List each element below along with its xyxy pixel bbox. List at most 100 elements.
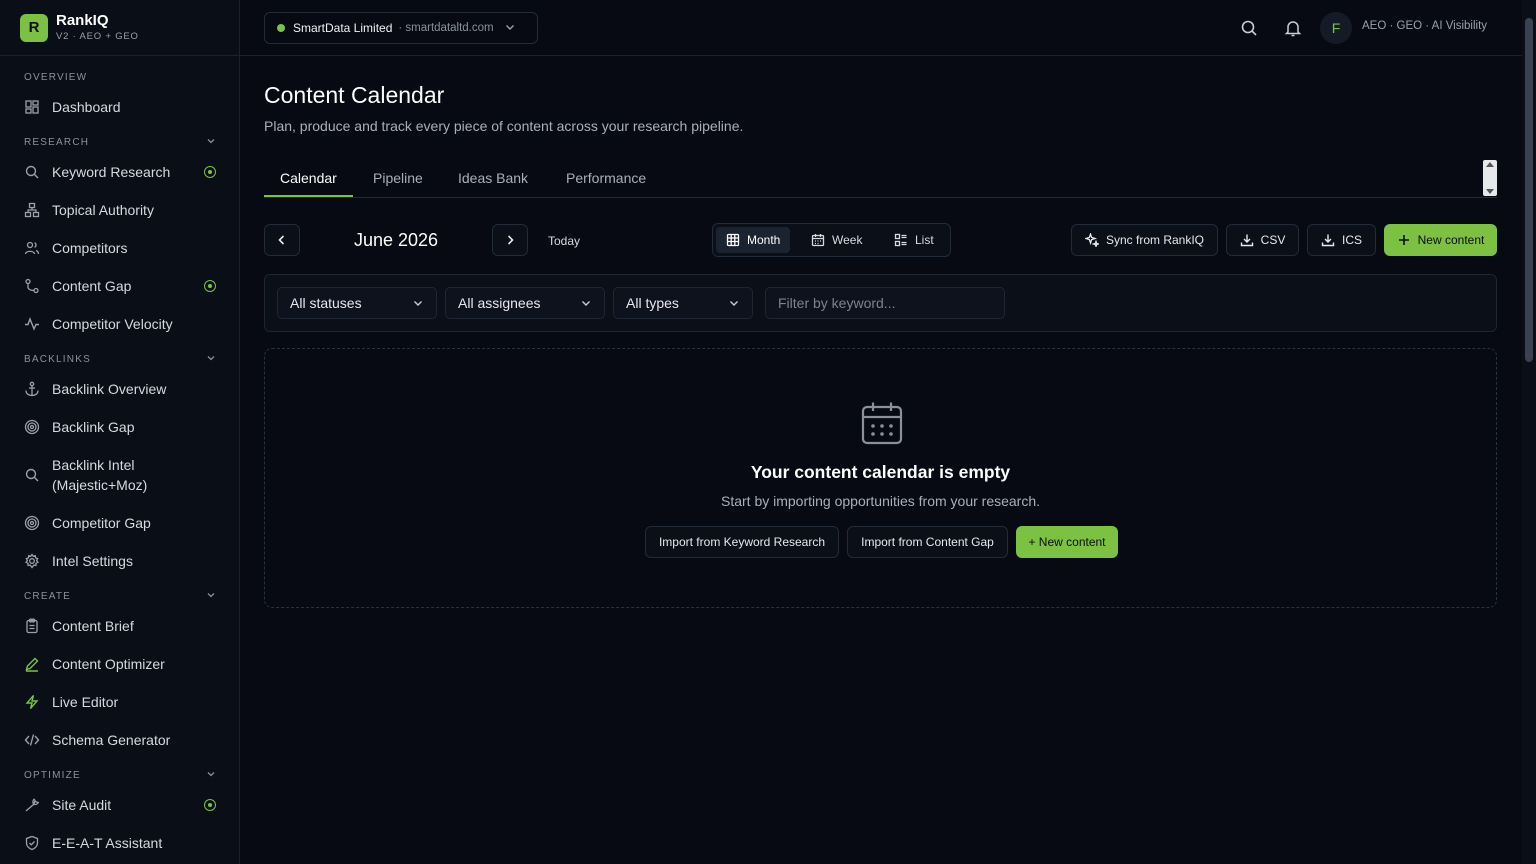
sidebar-item-label: Keyword Research: [52, 164, 171, 180]
sidebar-item-label: Backlink Overview: [52, 381, 167, 397]
chevron-down-icon: [504, 21, 516, 36]
chevron-down-icon: [582, 301, 590, 306]
section-label: CREATE: [24, 590, 72, 602]
status-dot: [277, 24, 285, 32]
section-research[interactable]: RESEARCH: [0, 132, 239, 152]
next-month-button[interactable]: [492, 224, 528, 256]
sidebar: R RankIQ V2 · AEO + GEO OVERVIEW Dashboa…: [0, 0, 240, 864]
org-domain: · smartdataltd.com: [398, 22, 494, 34]
tab-ideas-bank[interactable]: Ideas Bank: [458, 170, 528, 186]
import-keyword-research-button[interactable]: Import from Keyword Research: [645, 526, 839, 558]
topbar: SmartData Limited · smartdataltd.com F A…: [240, 0, 1522, 56]
sidebar-item-eeat-assistant[interactable]: E-E-A-T Assistant: [0, 830, 239, 856]
brand-subtitle: V2 · AEO + GEO: [56, 31, 139, 42]
sidebar-item-competitors[interactable]: Competitors: [0, 235, 239, 261]
sidebar-item-competitor-velocity[interactable]: Competitor Velocity: [0, 311, 239, 337]
anchor-icon: [24, 381, 40, 397]
view-toggle: Month Week List: [712, 223, 951, 257]
search-icon[interactable]: [1239, 18, 1259, 38]
brand[interactable]: R RankIQ V2 · AEO + GEO: [0, 0, 239, 56]
sidebar-item-schema-generator[interactable]: Schema Generator: [0, 727, 239, 753]
pen-icon: [24, 656, 40, 672]
type-filter-select[interactable]: All types: [613, 287, 753, 319]
section-optimize[interactable]: OPTIMIZE: [0, 765, 239, 785]
grid-icon: [726, 233, 740, 247]
sidebar-item-topical-authority[interactable]: Topical Authority: [0, 197, 239, 223]
sidebar-item-dashboard[interactable]: Dashboard: [0, 94, 239, 120]
sidebar-item-content-optimizer[interactable]: Content Optimizer: [0, 651, 239, 677]
sidebar-item-live-editor[interactable]: Live Editor: [0, 689, 239, 715]
dashboard-grid-icon: [24, 99, 40, 115]
sidebar-item-content-gap[interactable]: Content Gap: [0, 273, 239, 299]
sidebar-item-site-audit[interactable]: Site Audit: [0, 792, 239, 818]
empty-subtitle: Start by importing opportunities from yo…: [720, 493, 1041, 509]
plus-icon: [1398, 235, 1409, 245]
lightning-icon: [24, 694, 40, 710]
new-content-button[interactable]: New content: [1384, 224, 1497, 256]
tab-performance[interactable]: Performance: [566, 170, 646, 186]
today-button[interactable]: Today: [548, 234, 580, 248]
section-backlinks[interactable]: BACKLINKS: [0, 349, 239, 369]
shield-icon: [24, 835, 40, 851]
avatar[interactable]: F: [1320, 12, 1352, 44]
sidebar-item-content-brief[interactable]: Content Brief: [0, 613, 239, 639]
import-content-gap-button[interactable]: Import from Content Gap: [847, 526, 1008, 558]
sidebar-item-competitor-gap[interactable]: Competitor Gap: [0, 510, 239, 536]
sidebar-item-backlink-overview[interactable]: Backlink Overview: [0, 376, 239, 402]
select-value: All statuses: [290, 295, 362, 311]
sidebar-item-label: Competitor Velocity: [52, 316, 173, 332]
export-ics-button[interactable]: ICS: [1307, 224, 1376, 256]
sidebar-item-label: Competitor Gap: [52, 515, 151, 531]
sync-rankiq-button[interactable]: Sync from RankIQ: [1071, 224, 1218, 256]
sidebar-item-backlink-intel[interactable]: Backlink Intel (Majestic+Moz): [0, 455, 239, 495]
target-icon: [24, 515, 40, 531]
active-tab-indicator: [264, 195, 353, 197]
empty-new-content-button[interactable]: + New content: [1016, 526, 1118, 558]
scrollbar-thumb[interactable]: [1525, 18, 1533, 362]
sidebar-item-backlink-gap[interactable]: Backlink Gap: [0, 414, 239, 440]
gear-icon: [24, 553, 40, 569]
calendar-icon: [861, 401, 903, 445]
download-icon: [1321, 234, 1335, 247]
sidebar-item-label: Backlink Gap: [52, 419, 135, 435]
sidebar-item-label-line2: (Majestic+Moz): [52, 477, 148, 493]
select-value: All assignees: [458, 295, 541, 311]
select-value: All types: [626, 295, 679, 311]
view-label: List: [915, 233, 934, 247]
section-create[interactable]: CREATE: [0, 586, 239, 606]
bell-icon[interactable]: [1283, 18, 1303, 38]
code-icon: [24, 732, 40, 748]
search-icon: [24, 164, 40, 180]
assignee-filter-select[interactable]: All assignees: [445, 287, 605, 319]
prev-month-button[interactable]: [264, 224, 300, 256]
globe-badge-icon: [204, 280, 216, 292]
tab-scroll-control[interactable]: [1483, 160, 1497, 196]
sidebar-item-keyword-research[interactable]: Keyword Research: [0, 159, 239, 185]
status-filter-select[interactable]: All statuses: [277, 287, 437, 319]
org-switcher[interactable]: SmartData Limited · smartdataltd.com: [264, 12, 538, 44]
view-week-button[interactable]: Week: [801, 227, 872, 253]
scroll-up-icon[interactable]: [1486, 162, 1494, 167]
export-csv-button[interactable]: CSV: [1226, 224, 1299, 256]
tab-bar: Calendar Pipeline Ideas Bank Performance: [264, 160, 1497, 198]
chevron-right-icon: [507, 235, 514, 245]
page-title: Content Calendar: [264, 82, 445, 108]
sidebar-item-label: Competitors: [52, 240, 128, 256]
tab-calendar[interactable]: Calendar: [280, 170, 337, 186]
sidebar-item-intel-settings[interactable]: Intel Settings: [0, 548, 239, 574]
sidebar-item-label: Live Editor: [52, 694, 119, 710]
scroll-down-icon[interactable]: [1486, 189, 1494, 194]
brand-logo: R: [20, 13, 48, 42]
sidebar-item-label: Content Gap: [52, 278, 132, 294]
chevron-down-icon: [414, 301, 422, 306]
keyword-filter-input[interactable]: [765, 287, 1005, 319]
view-month-button[interactable]: Month: [716, 227, 791, 253]
target-icon: [24, 419, 40, 435]
view-list-button[interactable]: List: [884, 227, 944, 253]
page-scrollbar[interactable]: [1522, 0, 1536, 864]
section-overview: OVERVIEW: [0, 67, 239, 87]
search-icon: [24, 467, 40, 483]
sidebar-item-label: Schema Generator: [52, 732, 171, 748]
button-label: Sync from RankIQ: [1105, 233, 1205, 247]
tab-pipeline[interactable]: Pipeline: [373, 170, 423, 186]
